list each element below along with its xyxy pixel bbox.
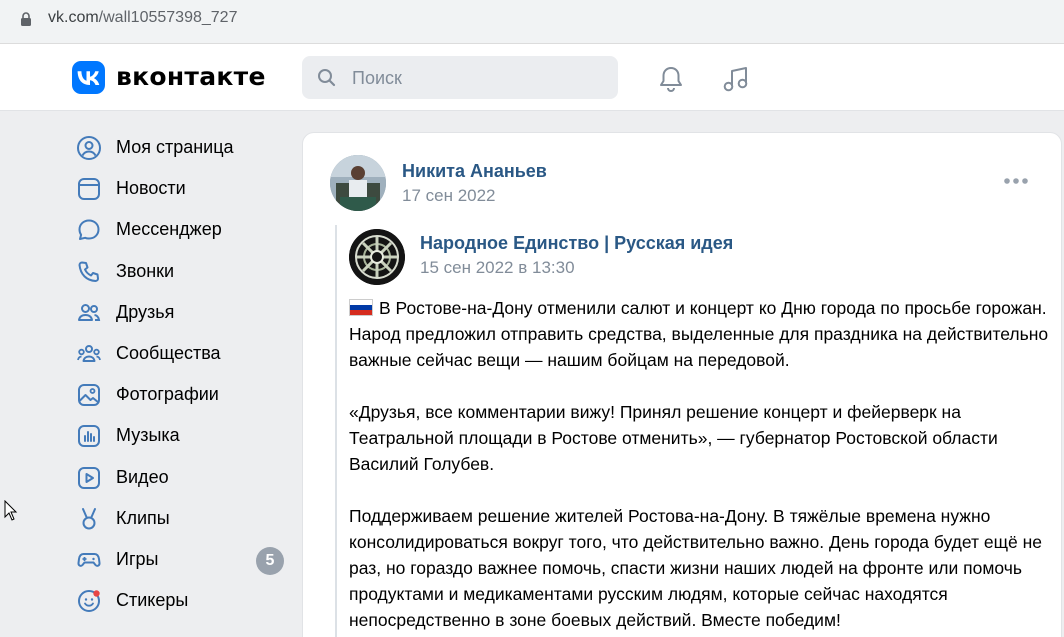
games-count-badge: 5 bbox=[256, 546, 284, 575]
friends-icon bbox=[78, 303, 101, 321]
sidebar-item-label: Видео bbox=[116, 466, 169, 487]
clips-icon bbox=[82, 507, 96, 530]
sidebar-item-friends[interactable]: Друзья bbox=[60, 291, 290, 332]
phone-icon bbox=[78, 261, 99, 282]
sidebar-item-label: Фотографии bbox=[116, 384, 219, 405]
sidebar-item-label: Сообщества bbox=[116, 342, 221, 363]
mouse-cursor-icon bbox=[4, 500, 18, 521]
sidebar-item-label: Стикеры bbox=[116, 590, 189, 611]
post-author-name[interactable]: Никита Ананьев bbox=[402, 161, 547, 182]
sidebar-item-label: Мессенджер bbox=[116, 219, 222, 240]
sidebar-item-video[interactable]: Видео bbox=[60, 456, 290, 497]
post-date[interactable]: 17 сен 2022 bbox=[402, 186, 496, 206]
browser-address-bar[interactable]: vk.com/wall10557398_727 bbox=[0, 0, 1064, 40]
sidebar-item-label: Новости bbox=[116, 178, 186, 199]
sidebar-item-games[interactable]: Игры 5 bbox=[60, 538, 290, 579]
url-path: /wall10557398_727 bbox=[98, 9, 238, 26]
author-avatar[interactable] bbox=[330, 155, 386, 211]
more-options-icon[interactable] bbox=[1003, 177, 1029, 185]
repost-date[interactable]: 15 сен 2022 в 13:30 bbox=[420, 258, 575, 278]
top-header: вконтакте Поиск bbox=[0, 44, 1064, 111]
sidebar-item-messenger[interactable]: Мессенджер bbox=[60, 208, 290, 249]
logo-wordmark[interactable]: вконтакте bbox=[116, 62, 266, 91]
sticker-icon bbox=[78, 590, 100, 613]
search-icon bbox=[318, 69, 336, 87]
group-avatar[interactable] bbox=[349, 229, 405, 285]
sidebar-item-label: Моя страница bbox=[116, 137, 234, 157]
url-domain: vk.com bbox=[48, 9, 99, 26]
search-placeholder: Поиск bbox=[352, 68, 402, 88]
video-icon bbox=[78, 466, 100, 489]
repost-divider bbox=[335, 225, 337, 637]
sidebar-item-music[interactable]: Музыка bbox=[60, 414, 290, 455]
sidebar-item-stickers[interactable]: Стикеры bbox=[60, 579, 290, 620]
repost-group-name[interactable]: Народное Единство | Русская идея bbox=[420, 233, 733, 254]
communities-icon bbox=[77, 344, 101, 362]
chat-bubble-icon bbox=[78, 219, 100, 241]
post-paragraph: «Друзья, все комментарии вижу! Принял ре… bbox=[349, 402, 998, 474]
sidebar-item-label: Клипы bbox=[116, 507, 170, 528]
post-text: В Ростове-на-Дону отменили салют и конце… bbox=[349, 295, 1049, 637]
user-circle-icon bbox=[77, 136, 101, 160]
lock-icon bbox=[21, 12, 31, 26]
url-text[interactable]: vk.com/wall10557398_727 bbox=[48, 9, 237, 27]
search-input[interactable]: Поиск bbox=[302, 56, 618, 99]
sidebar-item-label: Звонки bbox=[116, 260, 175, 281]
sidebar-item-my-page[interactable]: Моя страница bbox=[60, 126, 290, 167]
sidebar-item-label: Друзья bbox=[116, 301, 175, 322]
post-paragraph-text: В Ростове-на-Дону отменили салют и конце… bbox=[349, 298, 1049, 370]
sidebar-item-communities[interactable]: Сообщества bbox=[60, 332, 290, 373]
vk-logo-icon[interactable] bbox=[72, 61, 105, 94]
left-sidebar: Моя страница Новости Мессенджер Звонки Д… bbox=[60, 126, 290, 620]
post-paragraph: Поддерживаем решение жителей Ростова-на-… bbox=[349, 506, 1043, 630]
news-icon bbox=[78, 178, 100, 201]
music-icon bbox=[78, 425, 100, 448]
post-paragraph: В Ростове-на-Дону отменили салют и конце… bbox=[349, 295, 1049, 373]
photo-icon bbox=[78, 384, 100, 407]
music-icon[interactable] bbox=[720, 64, 752, 94]
sidebar-item-label: Музыка bbox=[116, 425, 180, 446]
sidebar-item-clips[interactable]: Клипы bbox=[60, 497, 290, 538]
sidebar-item-label: Игры bbox=[116, 548, 159, 569]
sidebar-item-calls[interactable]: Звонки bbox=[60, 250, 290, 291]
post-card: Никита Ананьев 17 сен 2022 Народное Един… bbox=[302, 132, 1062, 637]
sidebar-item-photos[interactable]: Фотографии bbox=[60, 373, 290, 414]
bell-icon[interactable] bbox=[656, 64, 686, 94]
sidebar-item-news[interactable]: Новости bbox=[60, 167, 290, 208]
gamepad-icon bbox=[77, 552, 101, 567]
russia-flag-icon bbox=[349, 299, 373, 316]
